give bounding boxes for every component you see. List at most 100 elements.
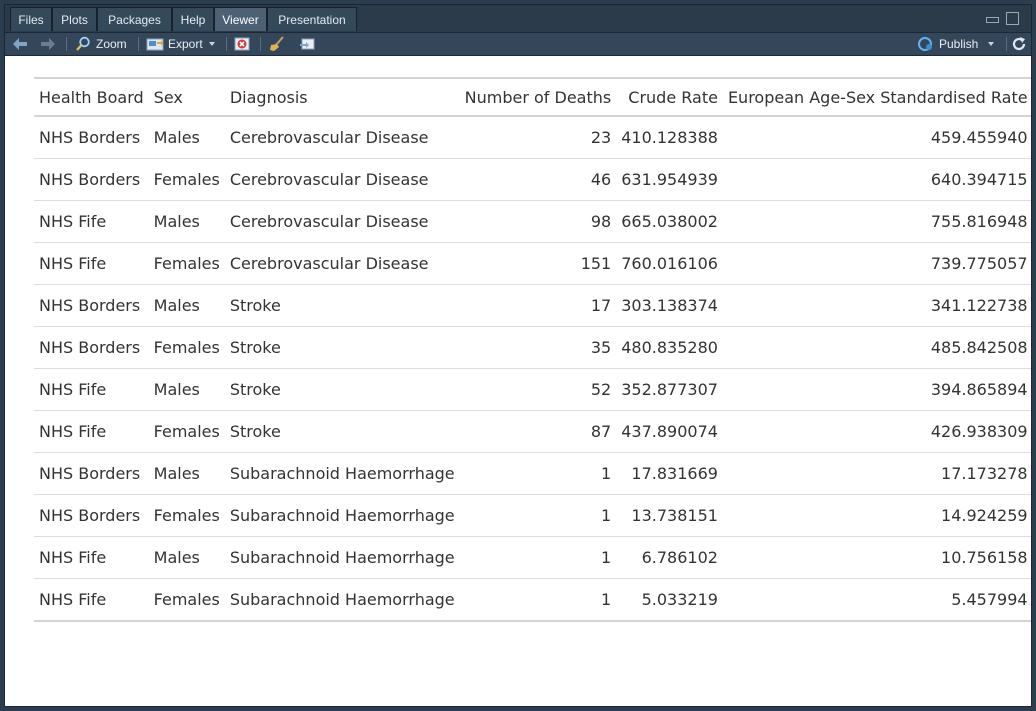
refresh-button[interactable] [1011,33,1027,55]
table-cell: 303.138374 [616,284,723,327]
table-cell: 739.775057 [722,242,1031,285]
back-arrow-icon[interactable] [11,33,29,55]
tab-files[interactable]: Files [10,7,52,31]
table-cell: 755.816948 [722,200,1031,243]
table-cell: Males [148,368,225,411]
viewer-pane: Files Plots Packages Help Viewer Present… [4,4,1032,707]
column-header: Health Board [34,78,149,117]
table-cell: Females [148,494,225,537]
table-cell: NHS Fife [34,536,149,579]
table-cell: NHS Fife [34,578,149,621]
table-cell: Females [148,578,225,621]
table-cell: Males [148,200,225,243]
table-cell: Subarachnoid Haemorrhage [224,578,460,621]
table-row: NHS Borders Males Stroke 17 303.138374 3… [34,284,1031,327]
table-cell: 341.122738 [722,284,1031,327]
table-cell: NHS Borders [34,158,149,201]
tab-help[interactable]: Help [172,7,214,31]
export-label: Export [168,37,203,51]
table-cell: 5.457994 [722,578,1031,621]
table-cell: 52 [459,368,617,411]
table-row: NHS Fife Females Subarachnoid Haemorrhag… [34,578,1031,621]
table-cell: 5.033219 [616,578,723,621]
table-cell: 410.128388 [621,128,718,147]
table-cell: NHS Fife [34,410,149,453]
table-cell: 352.877307 [616,368,723,411]
column-header: European Age-Sex Standardised Rate [722,78,1031,117]
new-window-icon [298,36,316,52]
data-table: Health Board Sex Diagnosis Number of Dea… [34,77,1031,622]
table-cell: 151 [459,242,617,285]
column-header: Number of Deaths [459,78,617,117]
tab-presentation[interactable]: Presentation [267,7,357,31]
toolbar-divider [226,37,227,51]
broom-icon [268,36,286,52]
zoom-button[interactable]: Zoom [75,33,127,55]
table-cell: NHS Borders [39,128,141,147]
table-header-row: Health Board Sex Diagnosis Number of Dea… [34,78,1031,117]
table-cell: 17.831669 [616,452,723,495]
toolbar-divider [66,37,67,51]
zoom-label: Zoom [96,37,127,51]
remove-viewer-item-button[interactable] [234,33,252,55]
table-cell: Females [148,158,225,201]
table-cell: 1 [459,536,617,579]
table-row: NHS Fife Males Stroke 52 352.877307 394.… [34,368,1031,411]
table-cell: 480.835280 [616,326,723,369]
table-cell: Stroke [224,284,460,327]
table-cell: 46 [459,158,617,201]
toolbar-divider [260,37,261,51]
table-cell: 426.938309 [722,410,1031,453]
table-cell: 14.924259 [722,494,1031,537]
maximize-pane-icon[interactable] [1006,12,1019,25]
table-cell: NHS Borders [34,326,149,369]
table-cell: Females [148,242,225,285]
table-cell: 665.038002 [616,200,723,243]
pane-tab-bar: Files Plots Packages Help Viewer Present… [5,5,1031,33]
table-cell: 17 [459,284,617,327]
column-header: Sex [148,78,225,117]
table-cell: Subarachnoid Haemorrhage [224,536,460,579]
minimize-pane-icon[interactable] [986,17,999,23]
table-cell: Males [148,452,225,495]
table-cell: Stroke [224,410,460,453]
table-cell: NHS Fife [34,242,149,285]
table-cell: NHS Fife [34,200,149,243]
toolbar-divider [1006,37,1007,51]
table-cell: 35 [459,326,617,369]
show-in-new-window-button[interactable] [298,33,316,55]
table-cell: 437.890074 [616,410,723,453]
forward-arrow-icon[interactable] [39,33,57,55]
viewer-content: Health Board Sex Diagnosis Number of Dea… [5,56,1031,706]
table-cell: 394.865894 [722,368,1031,411]
table-cell: 6.786102 [616,536,723,579]
publish-button[interactable]: Publish [917,33,995,55]
table-cell: 485.842508 [722,326,1031,369]
chevron-down-icon [208,42,215,46]
export-icon [146,36,164,52]
export-menu-button[interactable]: Export [146,33,215,55]
table-cell: Males [148,284,225,327]
table-row: NHS Fife Females Cerebrovascular Disease… [34,242,1031,285]
table-cell: 631.954939 [616,158,723,201]
table-cell: Females [148,326,225,369]
column-header: Diagnosis [224,78,460,117]
table-cell: Subarachnoid Haemorrhage [224,452,460,495]
table-cell: 760.016106 [616,242,723,285]
table-cell: 98 [459,200,617,243]
table-row: NHS Fife Males Cerebrovascular Disease 9… [34,200,1031,243]
column-header: Crude Rate [616,78,723,117]
table-cell: NHS Fife [34,368,149,411]
clear-viewer-button[interactable] [268,33,286,55]
tab-plots[interactable]: Plots [52,7,97,31]
table-row: NHS Borders Females Cerebrovascular Dise… [34,158,1031,201]
toolbar-divider [138,37,139,51]
table-row: NHS Fife Females Stroke 87 437.890074 42… [34,410,1031,453]
tab-packages[interactable]: Packages [97,7,172,31]
table-row: NHS Borders Females Subarachnoid Haemorr… [34,494,1031,537]
tab-viewer[interactable]: Viewer [214,7,267,31]
table-cell: Subarachnoid Haemorrhage [224,494,460,537]
table-cell: Males [153,128,200,147]
zoom-icon [75,36,91,52]
table-cell: Cerebrovascular Disease [224,158,460,201]
